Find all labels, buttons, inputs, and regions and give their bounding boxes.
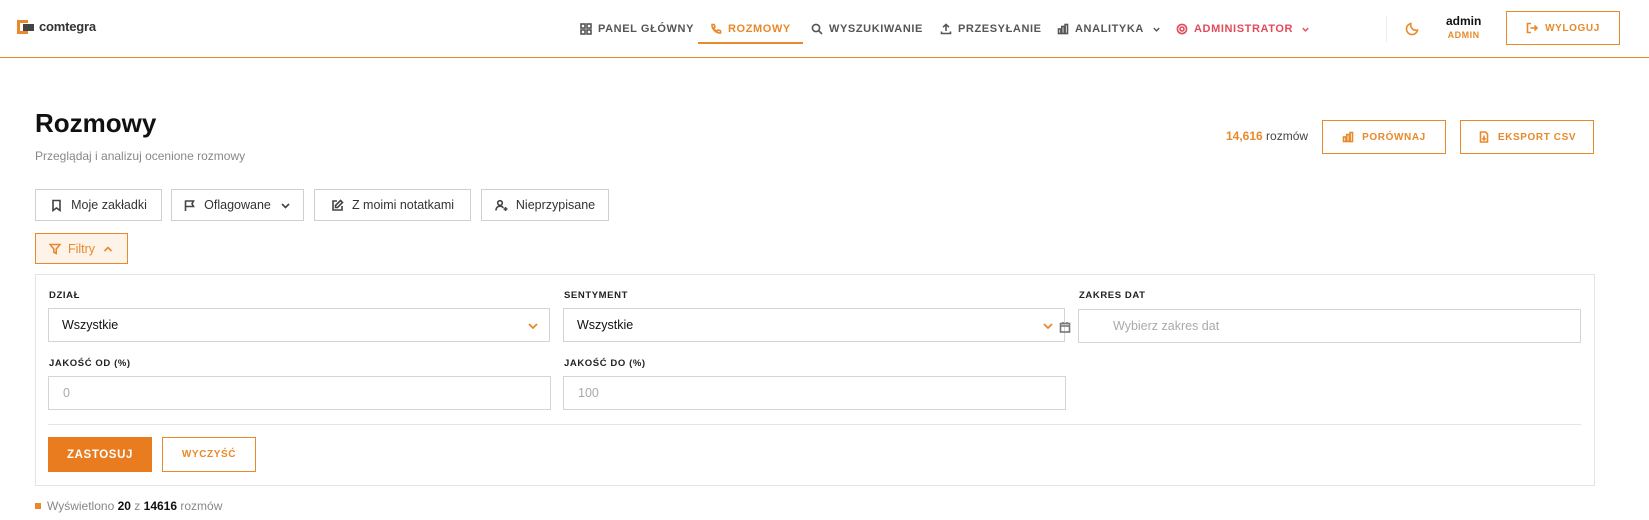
nav-item-label: ADMINISTRATOR (1194, 23, 1294, 35)
logout-label: WYLOGUJ (1545, 22, 1600, 34)
edit-note-icon (332, 198, 344, 211)
chevron-down-icon (281, 202, 290, 209)
search-icon (811, 23, 823, 35)
chevron-down-icon (1153, 27, 1160, 32)
user-role: ADMIN (1447, 30, 1480, 40)
calendar-icon (1059, 320, 1071, 333)
logout-button[interactable]: WYLOGUJ (1506, 11, 1620, 45)
nav-item-administrator[interactable]: ADMINISTRATOR (1176, 0, 1310, 58)
user-info: admin ADMIN (1446, 14, 1481, 40)
flagged-filter-button[interactable]: Oflagowane (171, 189, 304, 221)
bar-chart-icon (1342, 131, 1354, 143)
sentiment-select[interactable]: Wszystkie (563, 308, 1065, 342)
top-navigation-bar: comtegra PANEL GŁÓWNY ROZMOWY WYSZUKIWAN… (0, 0, 1649, 58)
compare-label: PORÓWNAJ (1362, 131, 1426, 143)
unassigned-filter-button[interactable]: Nieprzypisane (481, 189, 609, 221)
clear-filters-button[interactable]: WYCZYŚĆ (162, 437, 256, 472)
nav-item-search[interactable]: WYSZUKIWANIE (811, 0, 923, 58)
nav-item-analytics[interactable]: ANALITYKA (1057, 0, 1161, 58)
export-csv-button[interactable]: EKSPORT CSV (1460, 120, 1594, 154)
sentiment-label: SENTYMENT (564, 290, 628, 301)
results-summary: Wyświetlono 20 z 14616 rozmów (35, 499, 222, 513)
date-range-label: ZAKRES DAT (1079, 290, 1146, 301)
nav-item-label: PANEL GŁÓWNY (598, 23, 695, 35)
brand-name: comtegra (39, 19, 96, 34)
quality-from-input[interactable] (48, 376, 551, 410)
notes-filter-button[interactable]: Z moimi notatkami (314, 189, 471, 221)
nav-item-label: PRZESYŁANIE (958, 23, 1042, 35)
bar-chart-icon (1057, 23, 1069, 35)
flag-icon (184, 199, 196, 211)
grid-icon (580, 23, 592, 35)
theme-toggle-button[interactable] (1405, 20, 1423, 38)
logout-icon (1526, 22, 1539, 34)
nav-divider (1386, 16, 1387, 42)
filters-toggle-label: Filtry (67, 241, 96, 256)
department-label: DZIAŁ (49, 290, 80, 301)
page-title: Rozmowy (35, 108, 157, 138)
flagged-label: Oflagowane (204, 198, 271, 212)
bookmarks-label: Moje zakładki (71, 198, 147, 212)
nav-item-label: ROZMOWY (728, 23, 791, 35)
logo-icon (17, 19, 34, 34)
calls-count-unit: rozmów (1266, 129, 1309, 143)
chevron-down-icon (1302, 27, 1309, 32)
nav-item-upload[interactable]: PRZESYŁANIE (940, 0, 1042, 58)
results-suffix: rozmów (180, 499, 223, 513)
user-name: admin (1446, 14, 1482, 28)
results-shown: 20 (117, 499, 131, 513)
moon-icon (1405, 22, 1419, 36)
filter-icon (48, 243, 61, 255)
quality-to-input[interactable] (563, 376, 1066, 410)
filters-toggle-button[interactable]: Filtry (35, 233, 128, 264)
nav-item-calls[interactable]: ROZMOWY (698, 0, 803, 58)
nav-item-label: ANALITYKA (1075, 23, 1144, 35)
bookmark-icon (52, 199, 61, 212)
calls-count: 14,616 rozmów (1226, 129, 1308, 143)
status-square-icon (35, 503, 41, 509)
brand-logo[interactable]: comtegra (17, 19, 96, 34)
page-subtitle: Przeglądaj i analizuj ocenione rozmowy (35, 149, 246, 163)
date-range-input[interactable] (1078, 309, 1581, 343)
unassigned-label: Nieprzypisane (515, 198, 596, 212)
user-plus-icon (495, 199, 508, 211)
department-value: Wszystkie (62, 318, 119, 332)
calls-count-value: 14,616 (1226, 129, 1263, 143)
notes-label: Z moimi notatkami (351, 198, 455, 212)
chevron-down-icon (527, 320, 539, 332)
quality-to-label: JAKOŚĆ DO (%) (564, 358, 646, 369)
results-prefix: Wyświetlono (47, 499, 115, 513)
file-export-icon (1479, 131, 1489, 143)
phone-icon (711, 23, 722, 34)
quality-from-label: JAKOŚĆ OD (%) (49, 358, 131, 369)
nav-item-label: WYSZUKIWANIE (829, 23, 923, 35)
chevron-down-icon (1042, 320, 1054, 332)
upload-icon (940, 23, 952, 35)
results-total: 14616 (143, 499, 178, 513)
gear-icon (1176, 23, 1188, 35)
chevron-up-icon (103, 245, 113, 252)
export-label: EKSPORT CSV (1497, 131, 1577, 143)
department-select[interactable]: Wszystkie (48, 308, 550, 342)
panel-divider (48, 424, 1581, 425)
results-of: z (134, 499, 141, 513)
compare-button[interactable]: PORÓWNAJ (1322, 120, 1446, 154)
nav-item-dashboard[interactable]: PANEL GŁÓWNY (580, 0, 694, 58)
bookmarks-filter-button[interactable]: Moje zakładki (35, 189, 162, 221)
sentiment-value: Wszystkie (577, 318, 634, 332)
apply-filters-button[interactable]: ZASTOSUJ (48, 437, 152, 472)
